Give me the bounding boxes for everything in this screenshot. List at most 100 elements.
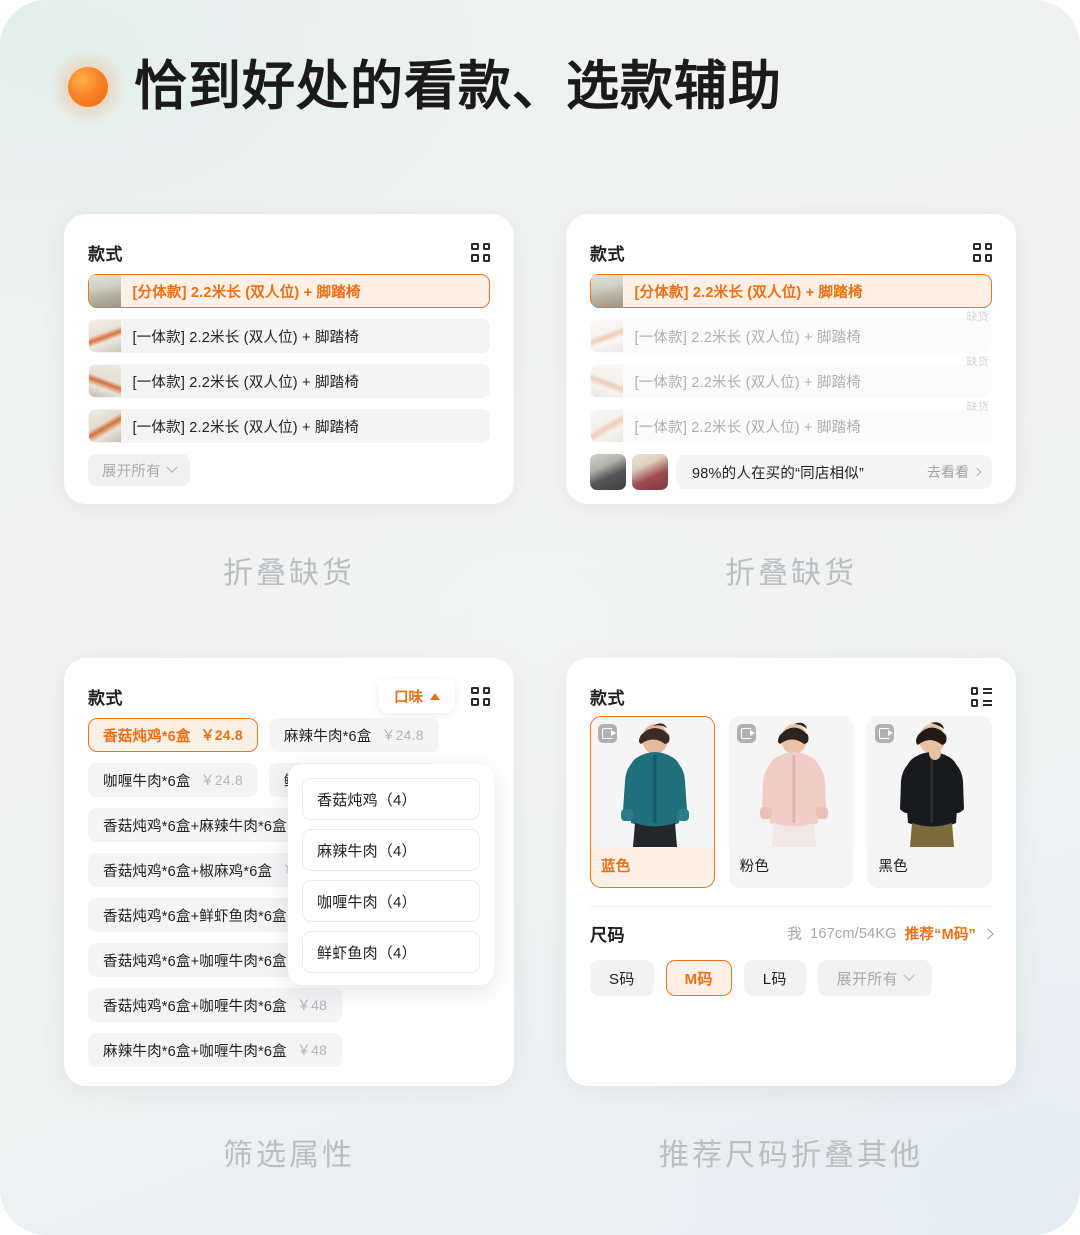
combo-name: 香菇炖鸡*6盒+鲜虾鱼肉*6盒: [103, 908, 287, 925]
style-card-color-and-size: 款式 蓝色 粉色 黑色 尺码 我 167cm/54KG 推荐“M码” S码 M码…: [566, 658, 1016, 1086]
card4-header: 款式: [566, 658, 1016, 712]
combo-name: 香菇炖鸡*6盒+咖喱牛肉*6盒: [103, 998, 287, 1015]
color-label: 黑色: [878, 859, 908, 875]
orange-dot-icon: [51, 49, 125, 124]
status-badge: 缺货: [966, 311, 989, 323]
sku-label: [一体款] 2.2米长 (双人位) + 脚踏椅: [634, 329, 862, 346]
caret-up-icon: [430, 692, 440, 700]
size-chip[interactable]: L码: [743, 960, 806, 996]
chevron-right-icon: [972, 467, 982, 477]
sku-row-out-of-stock[interactable]: [一体款] 2.2米长 (双人位) + 脚踏椅 缺货: [590, 401, 992, 443]
color-option[interactable]: 粉色: [728, 716, 854, 888]
card3-caption: 筛选属性: [223, 1139, 355, 1172]
combo-chip[interactable]: 麻辣牛肉*6盒+咖喱牛肉*6盒 ￥48: [88, 1033, 343, 1067]
expand-all-sizes-button[interactable]: 展开所有: [817, 960, 932, 996]
size-section-title: 尺码: [590, 926, 625, 945]
dropdown-option[interactable]: 鲜虾鱼肉（4）: [302, 931, 480, 973]
card1-sku-list: [分体款] 2.2米长 (双人位) + 脚踏椅 [一体款] 2.2米长 (双人位…: [64, 268, 514, 486]
option-chip[interactable]: 香菇炖鸡*6盒 ￥24.8: [88, 718, 258, 752]
size-me-body: 167cm/54KG: [810, 925, 897, 942]
sku-row[interactable]: [一体款] 2.2米长 (双人位) + 脚踏椅: [88, 319, 490, 353]
style-card-oos-with-recommendation: 款式 [分体款] 2.2米长 (双人位) + 脚踏椅 [一体款] 2.2米长 (…: [566, 214, 1016, 504]
color-label: 粉色: [739, 859, 770, 875]
sku-row[interactable]: [一体款] 2.2米长 (双人位) + 脚踏椅: [88, 409, 490, 443]
option-row: 香菇炖鸡*6盒 ￥24.8 麻辣牛肉*6盒 ￥24.8: [88, 718, 490, 763]
sku-thumbnail: [590, 275, 623, 307]
sku-row[interactable]: [分体款] 2.2米长 (双人位) + 脚踏椅: [88, 274, 490, 308]
color-label: 蓝色: [601, 859, 631, 875]
size-recommendation[interactable]: 我 167cm/54KG 推荐“M码”: [787, 923, 994, 944]
card3-option-list: 香菇炖鸡*6盒 ￥24.8 麻辣牛肉*6盒 ￥24.8 咖喱牛肉*6盒 ￥24.…: [64, 712, 514, 1067]
combo-chip[interactable]: 香菇炖鸡*6盒+咖喱牛肉*6盒 ￥48: [88, 988, 343, 1022]
sku-thumbnail: [88, 410, 121, 442]
video-icon[interactable]: [875, 724, 895, 743]
sku-label: [一体款] 2.2米长 (双人位) + 脚踏椅: [132, 419, 360, 436]
size-me-prefix: 我: [787, 927, 803, 943]
option-chip[interactable]: 咖喱牛肉*6盒 ￥24.8: [88, 763, 258, 797]
expand-all-button[interactable]: 展开所有: [88, 454, 190, 486]
video-icon[interactable]: [736, 724, 756, 743]
card2-sku-list: [分体款] 2.2米长 (双人位) + 脚踏椅 [一体款] 2.2米长 (双人位…: [566, 268, 1016, 443]
size-chip-row: S码 M码 L码 展开所有: [566, 946, 1016, 996]
grid-icon[interactable]: [973, 242, 992, 262]
status-badge: 缺货: [966, 356, 989, 368]
option-price: ￥24.8: [381, 727, 424, 743]
card1-title: 款式: [88, 244, 123, 264]
sku-thumbnail: [590, 365, 623, 397]
flavor-filter-button[interactable]: 口味: [379, 679, 455, 713]
grid-icon[interactable]: [471, 242, 490, 262]
flavor-filter-dropdown: 香菇炖鸡（4） 麻辣牛肉（4） 咖喱牛肉（4） 鲜虾鱼肉（4）: [288, 764, 494, 985]
card2-caption: 折叠缺货: [725, 557, 857, 590]
color-option[interactable]: 蓝色: [590, 716, 715, 888]
dropdown-option[interactable]: 咖喱牛肉（4）: [302, 880, 480, 922]
similar-thumbnails: [590, 454, 668, 490]
combo-price: ￥48: [296, 997, 328, 1013]
sku-label: [分体款] 2.2米长 (双人位) + 脚踏椅: [634, 284, 863, 301]
page-title: 恰到好处的看款、选款辅助: [134, 57, 782, 116]
sku-row[interactable]: [一体款] 2.2米长 (双人位) + 脚踏椅: [88, 364, 490, 398]
card1-header-actions: [471, 242, 490, 262]
card3-header-actions: 口味: [379, 679, 490, 713]
size-chip-selected[interactable]: M码: [665, 960, 732, 996]
dropdown-option[interactable]: 香菇炖鸡（4）: [302, 778, 480, 820]
similar-items-strip[interactable]: 98%的人在买的“同店相似” 去看看: [590, 454, 992, 490]
size-chip[interactable]: S码: [590, 960, 654, 996]
list-icon[interactable]: [971, 687, 992, 707]
chevron-down-icon: [166, 461, 178, 473]
combo-name: 香菇炖鸡*6盒+麻辣牛肉*6盒: [103, 818, 287, 835]
status-badge: 缺货: [966, 401, 989, 413]
page-root: 恰到好处的看款、选款辅助 款式 [分体款] 2.2米长 (双人位) + 脚踏椅 …: [0, 0, 1080, 1235]
sku-row-out-of-stock[interactable]: [一体款] 2.2米长 (双人位) + 脚踏椅 缺货: [590, 356, 992, 398]
size-section-header: 尺码 我 167cm/54KG 推荐“M码”: [566, 907, 1016, 946]
video-icon[interactable]: [598, 724, 617, 743]
dropdown-option[interactable]: 麻辣牛肉（4）: [302, 829, 480, 871]
color-option[interactable]: 黑色: [867, 716, 993, 888]
sku-thumbnail: [590, 410, 623, 442]
card2-title: 款式: [590, 244, 625, 264]
card4-header-actions: [971, 687, 992, 707]
similar-items-cta-label: 去看看: [927, 464, 969, 480]
card3-title: 款式: [88, 688, 123, 708]
similar-thumbnail: [590, 454, 626, 490]
style-card-attribute-filter: 款式 口味 香菇炖鸡*6盒 ￥24.8 麻辣牛肉*6盒 ￥24.8 咖喱牛肉*6…: [64, 658, 514, 1086]
option-name: 咖喱牛肉*6盒: [103, 773, 191, 790]
sku-label: [一体款] 2.2米长 (双人位) + 脚踏椅: [132, 329, 360, 346]
option-chip[interactable]: 麻辣牛肉*6盒 ￥24.8: [268, 718, 439, 752]
style-card-collapsed-oos: 款式 [分体款] 2.2米长 (双人位) + 脚踏椅 [一体款] 2.2米长 (…: [64, 214, 514, 504]
combo-name: 麻辣牛肉*6盒+咖喱牛肉*6盒: [103, 1043, 287, 1060]
similar-items-cta[interactable]: 去看看: [927, 462, 982, 482]
sku-row[interactable]: [分体款] 2.2米长 (双人位) + 脚踏椅: [590, 274, 992, 308]
size-suggestion: 推荐“M码”: [904, 927, 976, 943]
color-swatch-row: 蓝色 粉色 黑色: [566, 712, 1016, 888]
sku-thumbnail: [88, 365, 121, 397]
sku-thumbnail: [590, 320, 623, 352]
sku-thumbnail: [88, 275, 121, 307]
expand-all-sizes-label: 展开所有: [836, 970, 898, 988]
grid-icon[interactable]: [471, 686, 490, 706]
similar-items-body[interactable]: 98%的人在买的“同店相似” 去看看: [676, 455, 992, 489]
combo-name: 香菇炖鸡*6盒+椒麻鸡*6盒: [103, 863, 273, 880]
card4-title: 款式: [590, 688, 625, 708]
sku-label: [一体款] 2.2米长 (双人位) + 脚踏椅: [634, 419, 862, 436]
sku-label: [一体款] 2.2米长 (双人位) + 脚踏椅: [132, 374, 360, 391]
sku-row-out-of-stock[interactable]: [一体款] 2.2米长 (双人位) + 脚踏椅 缺货: [590, 311, 992, 353]
